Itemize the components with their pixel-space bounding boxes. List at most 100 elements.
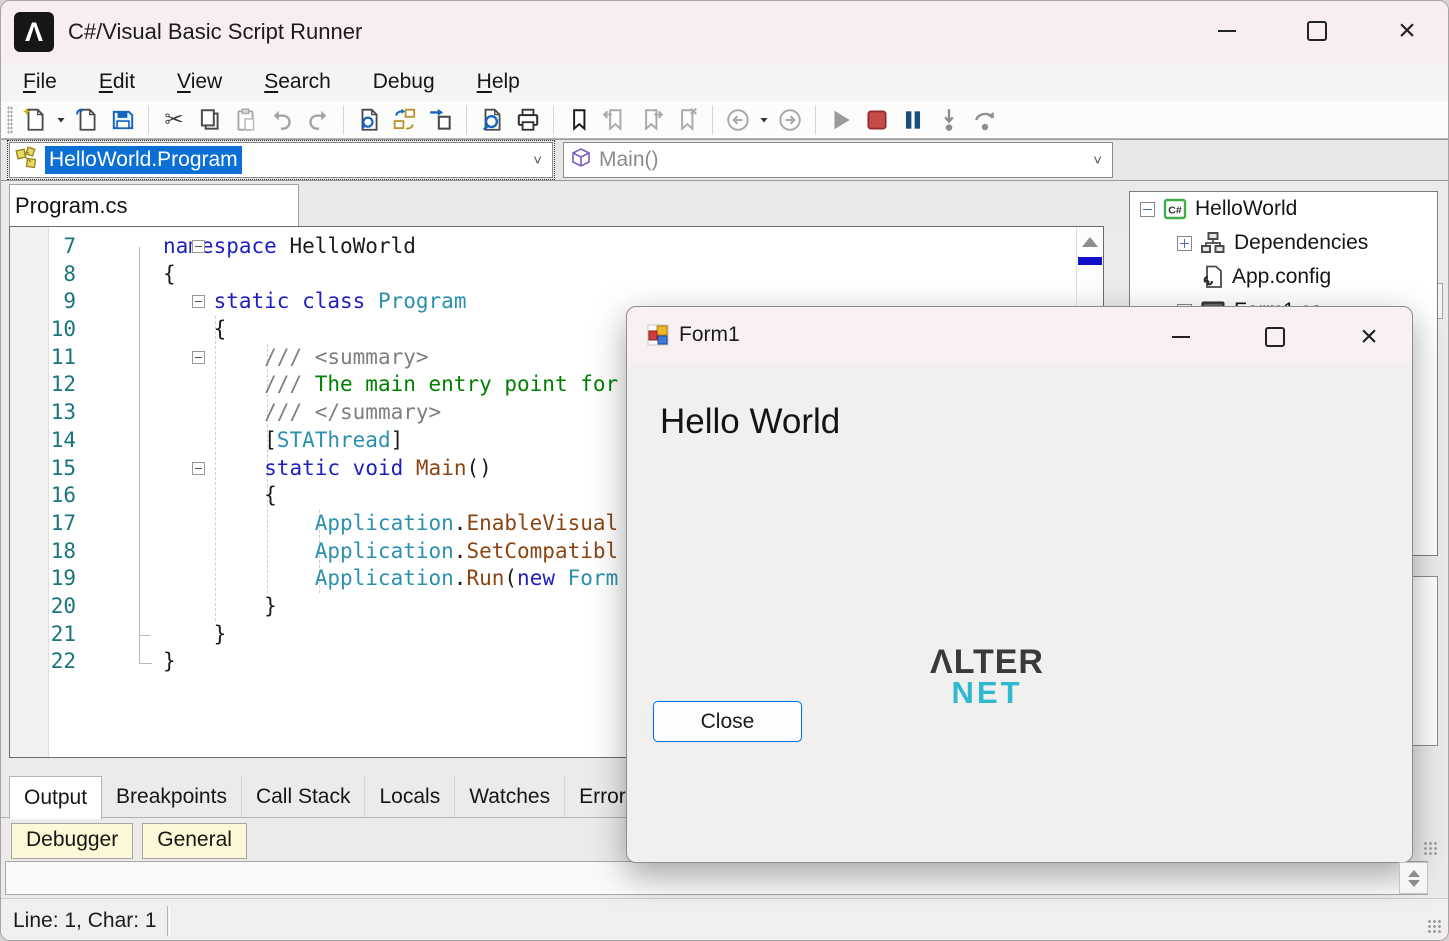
form1-minimize-button[interactable]: [1158, 315, 1204, 359]
fold-margin[interactable]: [76, 288, 163, 316]
dependencies-icon: [1200, 231, 1226, 255]
new-file-dropdown[interactable]: [53, 104, 69, 136]
menu-item-view[interactable]: View: [177, 70, 222, 94]
navigate-backward-dropdown[interactable]: [756, 104, 772, 136]
tab-breakpoints[interactable]: Breakpoints: [102, 776, 242, 817]
new-file-button[interactable]: [17, 104, 53, 136]
fold-collapse-icon[interactable]: [192, 351, 205, 364]
close-button[interactable]: ×: [1384, 9, 1430, 53]
line-number: 9: [10, 288, 76, 316]
form-close-button[interactable]: Close: [653, 701, 802, 742]
nav-forward-icon: [777, 107, 803, 133]
chevron-down-icon[interactable]: ˅: [1093, 152, 1102, 169]
find-in-document-button[interactable]: [351, 104, 387, 136]
fold-margin[interactable]: [76, 455, 163, 483]
fold-collapse-icon[interactable]: [192, 295, 205, 308]
undo-button[interactable]: [264, 104, 300, 136]
paste-button[interactable]: [228, 104, 264, 136]
form1-window[interactable]: Form1 × Hello World ΛLTER NET Close: [626, 306, 1413, 863]
form1-close-button[interactable]: ×: [1346, 315, 1392, 359]
line-number: 17: [10, 510, 76, 538]
tab-program-cs[interactable]: Program.cs: [9, 184, 299, 226]
navigate-backward-button[interactable]: [720, 104, 756, 136]
scroll-up-icon[interactable]: [1082, 237, 1098, 247]
pause-icon: [900, 107, 926, 133]
fold-collapse-icon[interactable]: [192, 462, 205, 475]
redo-button[interactable]: [300, 104, 336, 136]
next-bookmark-icon: [638, 107, 664, 133]
copy-button[interactable]: [192, 104, 228, 136]
fold-margin: [76, 648, 163, 676]
toggle-bookmark-button[interactable]: [561, 104, 597, 136]
goto-icon: [428, 107, 454, 133]
fold-collapse-icon[interactable]: [192, 240, 205, 253]
menu-item-edit[interactable]: Edit: [99, 70, 135, 94]
print-icon: [515, 107, 541, 133]
open-file-button[interactable]: [69, 104, 105, 136]
member-combobox[interactable]: Main() ˅: [563, 142, 1113, 178]
menu-item-search[interactable]: Search: [264, 70, 331, 94]
spin-up-icon[interactable]: [1408, 870, 1420, 877]
break-all-button[interactable]: [895, 104, 931, 136]
tab-locals[interactable]: Locals: [365, 776, 455, 817]
close-icon: ×: [1360, 322, 1378, 352]
subtab-debugger[interactable]: Debugger: [11, 823, 133, 859]
tab-call-stack[interactable]: Call Stack: [242, 776, 366, 817]
navigate-forward-button[interactable]: [772, 104, 808, 136]
toolbar-grip[interactable]: [7, 106, 13, 134]
tree-item-label: App.config: [1232, 265, 1331, 289]
step-into-button[interactable]: [931, 104, 967, 136]
menu-item-debug[interactable]: Debug: [373, 70, 435, 94]
title-bar: Λ C#/Visual Basic Script Runner ×: [1, 1, 1448, 63]
new-file-icon: [22, 107, 48, 133]
search-button[interactable]: [474, 104, 510, 136]
line-number: 10: [10, 316, 76, 344]
menu-item-help[interactable]: Help: [477, 70, 520, 94]
prev-bookmark-icon: [602, 107, 628, 133]
type-combobox-value: HelloWorld.Program: [45, 146, 242, 174]
line-number: 16: [10, 482, 76, 510]
tab-output[interactable]: Output: [9, 776, 102, 819]
clear-bookmarks-button[interactable]: [669, 104, 705, 136]
scrollbar-thumb[interactable]: [1078, 257, 1102, 265]
menu-item-file[interactable]: File: [23, 70, 57, 94]
replace-in-files-button[interactable]: [387, 104, 423, 136]
spin-down-icon[interactable]: [1408, 880, 1420, 887]
form1-title-bar[interactable]: Form1 ×: [627, 307, 1412, 362]
fold-margin[interactable]: [76, 344, 163, 372]
minimize-button[interactable]: [1204, 9, 1250, 53]
form1-maximize-button[interactable]: [1252, 315, 1298, 359]
fold-margin: [76, 510, 163, 538]
cut-button[interactable]: ✂: [156, 104, 192, 136]
tab-watches[interactable]: Watches: [455, 776, 565, 817]
tree-item-helloworld[interactable]: C#HelloWorld: [1130, 192, 1437, 226]
goto-button[interactable]: [423, 104, 459, 136]
maximize-button[interactable]: [1294, 9, 1340, 53]
step-over-button[interactable]: [967, 104, 1003, 136]
next-bookmark-button[interactable]: [633, 104, 669, 136]
tree-item-dependencies[interactable]: Dependencies: [1130, 226, 1437, 260]
subtab-general[interactable]: General: [142, 823, 247, 859]
hello-world-label: Hello World: [660, 402, 840, 442]
stop-button[interactable]: [859, 104, 895, 136]
form1-title: Form1: [679, 323, 740, 347]
chevron-down-icon[interactable]: ˅: [533, 152, 542, 169]
tree-item-label: Dependencies: [1234, 231, 1368, 255]
resize-grip[interactable]: [1423, 841, 1439, 857]
run-button[interactable]: [823, 104, 859, 136]
save-button[interactable]: [105, 104, 141, 136]
line-number: 19: [10, 565, 76, 593]
type-combobox[interactable]: HelloWorld.Program ˅: [9, 142, 553, 178]
tree-item-app-config[interactable]: App.config: [1130, 260, 1437, 294]
fold-margin[interactable]: [76, 233, 163, 261]
form1-window-icon: [647, 324, 669, 346]
search-icon: [479, 107, 505, 133]
print-button[interactable]: [510, 104, 546, 136]
output-spinner[interactable]: [1399, 862, 1428, 894]
statusbar-resize-grip[interactable]: [1427, 919, 1443, 935]
plus-expander-icon[interactable]: [1177, 236, 1192, 251]
previous-bookmark-button[interactable]: [597, 104, 633, 136]
method-icon: [569, 146, 593, 175]
minus-expander-icon[interactable]: [1140, 202, 1155, 217]
output-content[interactable]: [5, 861, 1428, 895]
